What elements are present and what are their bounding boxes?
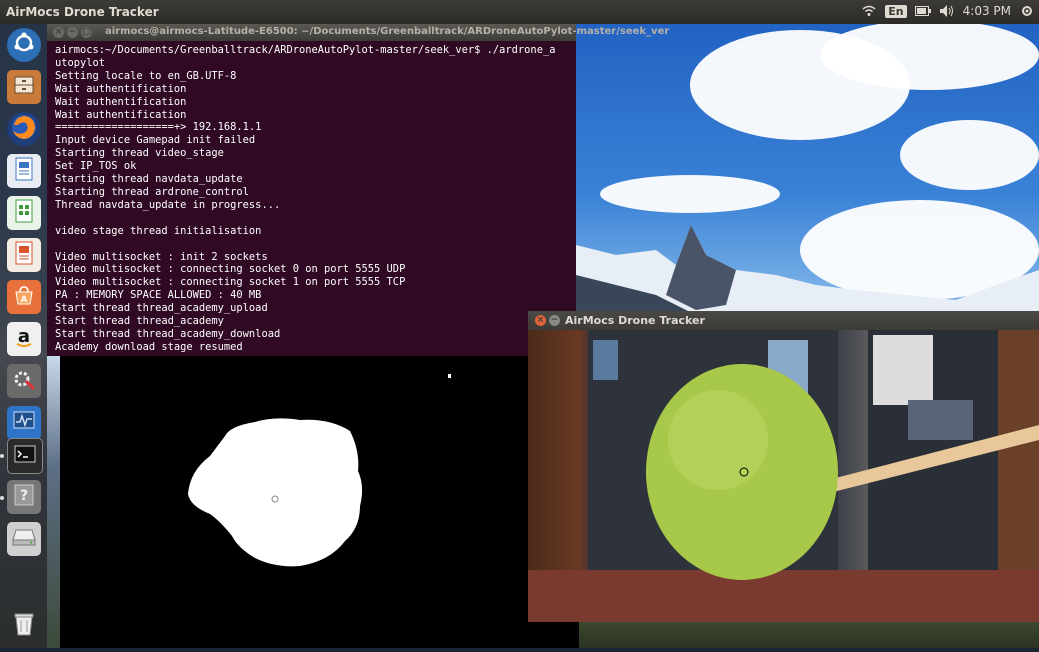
svg-text:a: a — [18, 326, 30, 347]
svg-text:A: A — [21, 295, 28, 305]
system-monitor-icon — [12, 410, 36, 437]
software-center-icon: A — [13, 284, 35, 311]
presentation-icon — [13, 241, 35, 270]
svg-text:?: ? — [20, 488, 28, 504]
terminal-line: Starting thread video_stage — [55, 147, 224, 160]
calc-button[interactable] — [7, 196, 41, 230]
software-center-button[interactable]: A — [7, 280, 41, 314]
terminal-line: utopylot — [55, 56, 106, 69]
terminal-line: Academy download stage resumed — [55, 340, 243, 353]
terminal-line: Video multisocket : connecting socket 0 … — [55, 263, 406, 276]
terminal-line: Set IP_TOS ok — [55, 160, 137, 173]
keyboard-layout-indicator[interactable]: En — [885, 4, 907, 18]
terminal-title: airmocs@airmocs-Latitude-E6500: ~/Docume… — [105, 26, 670, 37]
terminal-line: Start thread thread_academy — [55, 315, 224, 328]
terminal-line: airmocs:~/Documents/Greenballtrack/ARDro… — [55, 44, 556, 56]
impress-button[interactable] — [7, 238, 41, 272]
terminal-line: Video multisocket : connecting socket 1 … — [55, 276, 406, 289]
terminal-icon — [14, 445, 36, 468]
close-button[interactable]: × — [535, 315, 546, 326]
terminal-line: PA : MEMORY SPACE ALLOWED : 40 MB — [55, 289, 262, 302]
terminal-line: Wait authentification — [55, 95, 187, 108]
files-button[interactable] — [7, 70, 41, 104]
question-icon: ? — [14, 484, 34, 511]
amazon-button[interactable]: a — [7, 322, 41, 356]
terminal-line: Thread navdata_update in progress... — [55, 198, 281, 211]
dash-home-button[interactable] — [7, 28, 41, 62]
amazon-icon: a — [12, 325, 36, 354]
terminal-line: Wait authentification — [55, 82, 187, 95]
terminal-line: Wait authentification — [55, 108, 187, 121]
firefox-icon — [10, 113, 38, 146]
terminal-window[interactable]: × − □ airmocs@airmocs-Latitude-E6500: ~/… — [47, 24, 669, 356]
writer-document-icon — [13, 157, 35, 186]
minimize-button[interactable]: − — [549, 315, 560, 326]
system-tray: En 4:03 PM — [861, 3, 1035, 19]
maximize-button[interactable]: □ — [81, 27, 92, 38]
terminal-output[interactable]: airmocs:~/Documents/Greenballtrack/ARDro… — [55, 44, 572, 354]
camera-feed[interactable] — [528, 330, 1039, 622]
threshold-mask-view — [60, 356, 579, 648]
clock[interactable]: 4:03 PM — [963, 4, 1011, 18]
terminal-line: Setting locale to en_GB.UTF-8 — [55, 69, 237, 82]
system-settings-button[interactable] — [7, 364, 41, 398]
minimize-button[interactable]: − — [67, 27, 78, 38]
ubuntu-logo-icon — [13, 32, 35, 59]
terminal-line: Start thread thread_academy_download — [55, 327, 281, 340]
disk-button[interactable] — [7, 522, 41, 556]
top-panel: AirMocs Drone Tracker En 4:03 PM — [0, 0, 1039, 24]
firefox-button[interactable] — [7, 112, 41, 146]
terminal-line: Video multisocket : init 2 sockets — [55, 250, 268, 263]
gear-icon[interactable] — [1019, 3, 1035, 19]
wifi-icon[interactable] — [861, 3, 877, 19]
cloud — [600, 175, 780, 213]
terminal-title-bar[interactable]: × − □ airmocs@airmocs-Latitude-E6500: ~/… — [47, 24, 669, 41]
terminal-button[interactable] — [7, 438, 43, 474]
settings-icon — [12, 367, 36, 396]
spreadsheet-icon — [13, 199, 35, 228]
trash-button[interactable] — [7, 608, 41, 642]
mountain-range — [576, 225, 1039, 325]
unknown-app-button[interactable]: ? — [7, 480, 41, 514]
launcher: A a ? — [0, 24, 47, 648]
tracker-title: AirMocs Drone Tracker — [565, 314, 705, 327]
terminal-line: video stage thread initialisation — [55, 224, 262, 237]
cloud — [900, 120, 1039, 190]
active-app-title: AirMocs Drone Tracker — [6, 5, 159, 19]
mask-image — [188, 374, 451, 567]
writer-button[interactable] — [7, 154, 41, 188]
battery-icon[interactable] — [914, 3, 931, 19]
camera-scene — [528, 330, 1039, 622]
system-monitor-button[interactable] — [7, 406, 41, 440]
terminal-line: ===================+> 192.168.1.1 — [55, 121, 262, 134]
terminal-line: Input device Gamepad init failed — [55, 134, 256, 147]
tracker-title-bar[interactable]: × − AirMocs Drone Tracker — [528, 311, 1039, 330]
volume-icon[interactable] — [939, 3, 955, 19]
running-indicator — [0, 496, 4, 500]
cloud — [820, 20, 1039, 90]
file-cabinet-icon — [13, 74, 35, 101]
terminal-line: Start thread thread_academy_upload — [55, 302, 268, 315]
trash-icon — [12, 610, 36, 641]
drone-tracker-window[interactable]: × − AirMocs Drone Tracker — [528, 311, 1039, 622]
running-indicator — [0, 454, 4, 458]
terminal-line: Starting thread ardrone_control — [55, 185, 249, 198]
close-button[interactable]: × — [53, 27, 64, 38]
disk-drive-icon — [12, 528, 36, 551]
terminal-line: Starting thread navdata_update — [55, 173, 243, 186]
